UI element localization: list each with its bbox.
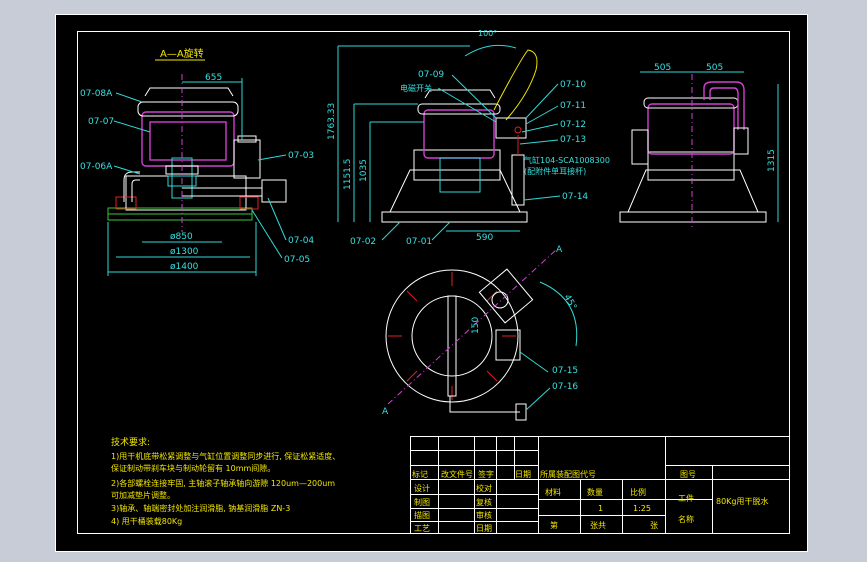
side-view-right: 505 505 1315: [619, 63, 779, 230]
tb-qty: 数量: [587, 487, 603, 497]
dim-850: ø850: [170, 232, 193, 242]
dim-655: 655: [205, 73, 222, 83]
tech-line-5: 3)轴承、轴端密封处加注润滑脂, 钠基润滑脂 ZN-3: [111, 503, 290, 513]
dim-1400: ø1400: [170, 262, 199, 272]
label-07-13: 07-13: [560, 135, 586, 145]
dim-100: 100°: [478, 29, 497, 38]
section-arrow-a-bottom: A: [382, 407, 389, 417]
tb-name: 名称: [678, 514, 694, 524]
tb-sheet-tot: 张: [650, 521, 658, 530]
label-07-11: 07-11: [560, 101, 586, 111]
label-07-08A: 07-08A: [80, 89, 113, 99]
tb-sheet-no: 第: [550, 520, 558, 530]
title-block: 标记 改文件号 签字 日期 所属装配图代号 设计 校对 制图 复核 描图 审核 …: [410, 436, 790, 534]
tb-sign: 签字: [478, 469, 494, 479]
label-07-16: 07-16: [552, 382, 578, 392]
tech-line-2: 保证制动带刹车块与制动轮留有 10mm间隙。: [111, 463, 275, 473]
tb-design: 设计: [414, 483, 430, 493]
dim-1151: 1151.5: [343, 159, 353, 191]
tb-date2: 日期: [476, 524, 492, 533]
tb-mark: 标记: [412, 469, 428, 479]
drawing-canvas: A—A旋转 655 ø850 ø1300 ø1400 07-08A 07-07 …: [55, 14, 808, 552]
tb-review: 复核: [476, 497, 492, 507]
dim-1035: 1035: [359, 159, 369, 182]
section-title: A—A旋转: [160, 47, 204, 60]
label-07-02: 07-02: [350, 237, 376, 247]
label-07-07: 07-07: [88, 117, 114, 127]
tb-ratio-val: 1:25: [633, 504, 651, 513]
dim-1315: 1315: [767, 149, 777, 172]
tb-date1: 日期: [515, 470, 531, 479]
tb-drawing-no: 图号: [680, 470, 696, 479]
tb-process: 工艺: [414, 524, 430, 533]
label-07-05: 07-05: [284, 255, 310, 265]
technical-requirements: 技术要求: 1)甩干机底带松紧调整与气缸位置调整同步进行, 保证松紧适度、 保证…: [111, 436, 340, 526]
plan-view: 45° 150 A A 07-15 07-16: [382, 245, 578, 421]
dim-505a: 505: [654, 63, 671, 73]
dim-1763: 1763.33: [327, 103, 337, 140]
cylinder-note-2: (配附件单耳接杆): [524, 166, 586, 176]
label-07-09: 07-09: [418, 70, 444, 80]
tb-qty-val: 1: [598, 504, 603, 513]
label-07-12: 07-12: [560, 120, 586, 130]
tech-line-1: 1)甩干机底带松紧调整与气缸位置调整同步进行, 保证松紧适度、: [111, 451, 340, 461]
label-07-15: 07-15: [552, 366, 578, 376]
label-solenoid: 电磁开关: [400, 83, 432, 93]
cylinder-note-1: 气缸104-SCA1008300: [524, 155, 610, 165]
dim-590: 590: [476, 233, 493, 243]
label-07-03: 07-03: [288, 151, 314, 161]
tech-line-4: 可加减垫片调整。: [111, 490, 175, 500]
dim-505b: 505: [706, 63, 723, 73]
front-view-middle: 1763.33 1151.5 1035 590 100° 07-09 电磁开关: [327, 29, 610, 247]
tech-line-6: 4) 甩干桶装载80Kg: [111, 516, 182, 526]
tech-title: 技术要求:: [111, 436, 150, 448]
tech-line-3: 2)各部螺栓连接牢固, 主轴滚子轴承轴向游隙 120um—200um: [111, 478, 335, 488]
tb-material: 材料: [545, 487, 561, 497]
tb-title: 80Kg甩干脱水: [716, 496, 769, 506]
tb-assembly: 所属装配图代号: [540, 469, 596, 479]
label-07-01: 07-01: [406, 237, 432, 247]
dim-150: 150: [471, 317, 481, 334]
tb-trace: 描图: [414, 510, 430, 520]
dim-45: 45°: [561, 293, 578, 312]
tb-change-doc: 改文件号: [441, 469, 473, 479]
label-07-14: 07-14: [562, 192, 588, 202]
section-view-left: A—A旋转 655 ø850 ø1300 ø1400 07-08A 07-07 …: [80, 47, 314, 276]
tb-draw: 制图: [414, 497, 430, 507]
label-07-04: 07-04: [288, 236, 314, 246]
tb-proof: 校对: [476, 483, 492, 493]
tb-work: 工件: [678, 493, 694, 503]
tb-ratio: 比例: [630, 487, 646, 497]
cad-viewport: A—A旋转 655 ø850 ø1300 ø1400 07-08A 07-07 …: [0, 0, 867, 562]
tb-sheet-of: 张共: [590, 521, 606, 530]
section-arrow-a-top: A: [556, 245, 563, 255]
dim-1300: ø1300: [170, 247, 199, 257]
tb-audit: 审核: [476, 510, 492, 520]
label-07-10: 07-10: [560, 80, 586, 90]
label-07-06A: 07-06A: [80, 162, 113, 172]
